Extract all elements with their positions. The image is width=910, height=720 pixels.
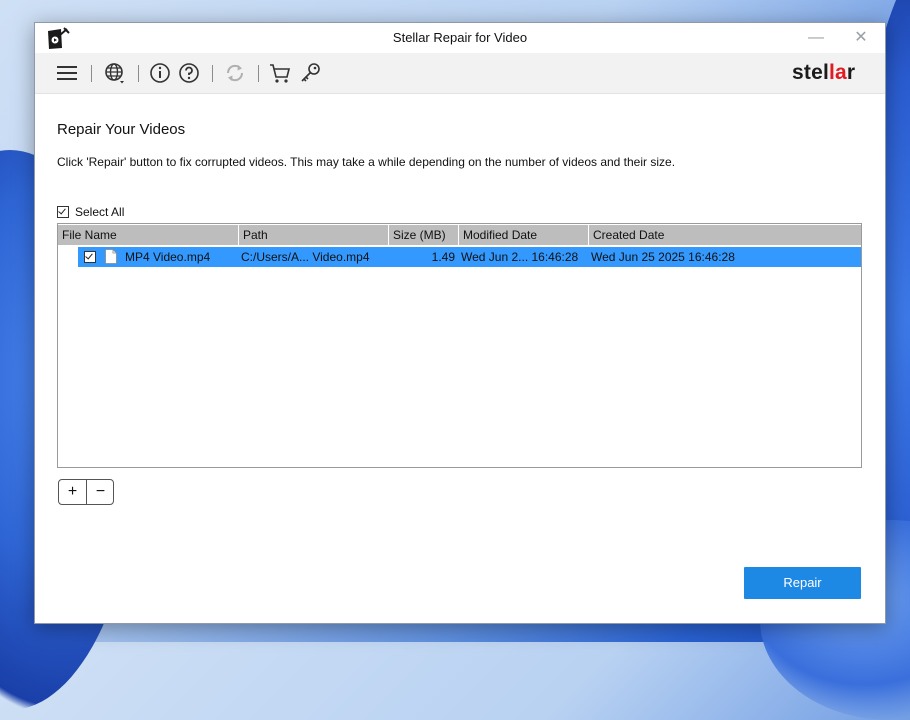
row-checkbox[interactable]	[84, 251, 96, 263]
column-header-size[interactable]: Size (MB)	[389, 225, 459, 245]
cart-icon[interactable]	[268, 61, 292, 85]
close-button[interactable]: ✕	[850, 27, 872, 49]
toolbar-separator	[138, 65, 139, 82]
select-all-checkbox[interactable]: Select All	[57, 205, 124, 219]
toolbar-separator	[91, 65, 92, 82]
cell-file-name: MP4 Video.mp4	[125, 250, 211, 264]
toolbar-separator	[212, 65, 213, 82]
cell-modified-date: Wed Jun 2... 16:46:28	[461, 250, 579, 264]
help-icon[interactable]	[177, 61, 201, 85]
select-all-label: Select All	[75, 205, 125, 219]
column-header-modified-date[interactable]: Modified Date	[459, 225, 589, 245]
add-remove-group: + −	[58, 479, 114, 505]
table-header: File Name Path Size (MB) Modified Date C…	[58, 225, 861, 245]
page-title: Repair Your Videos	[57, 121, 186, 138]
stellar-brand-logo: stellar	[792, 61, 856, 84]
cell-created-date: Wed Jun 25 2025 16:46:28	[591, 250, 735, 264]
cell-path: C:/Users/A... Video.mp4	[241, 250, 370, 264]
page-description: Click 'Repair' button to fix corrupted v…	[57, 155, 676, 169]
toolbar: stellar	[35, 53, 885, 94]
window-title: Stellar Repair for Video	[392, 30, 528, 45]
column-header-path[interactable]: Path	[239, 225, 389, 245]
refresh-icon[interactable]	[223, 61, 247, 85]
table-row[interactable]: MP4 Video.mp4 C:/Users/A... Video.mp4 1.…	[78, 247, 861, 267]
cell-size: 1.49	[431, 250, 455, 264]
key-icon[interactable]	[298, 61, 322, 85]
repair-button[interactable]: Repair	[744, 567, 861, 599]
minimize-button[interactable]: —	[805, 27, 827, 49]
column-header-created-date[interactable]: Created Date	[589, 225, 861, 245]
remove-file-button[interactable]: −	[87, 480, 114, 504]
title-bar: Stellar Repair for Video — ✕	[35, 23, 885, 53]
toolbar-separator	[258, 65, 259, 82]
globe-icon[interactable]	[103, 61, 127, 85]
info-icon[interactable]	[148, 61, 172, 85]
column-header-file-name[interactable]: File Name	[58, 225, 239, 245]
menu-icon[interactable]	[55, 61, 79, 85]
app-window: Stellar Repair for Video — ✕ stellar Rep…	[34, 22, 886, 624]
checkbox-checked-icon[interactable]	[57, 206, 69, 218]
file-table: File Name Path Size (MB) Modified Date C…	[57, 223, 862, 468]
file-icon	[105, 249, 117, 264]
add-file-button[interactable]: +	[59, 480, 86, 504]
